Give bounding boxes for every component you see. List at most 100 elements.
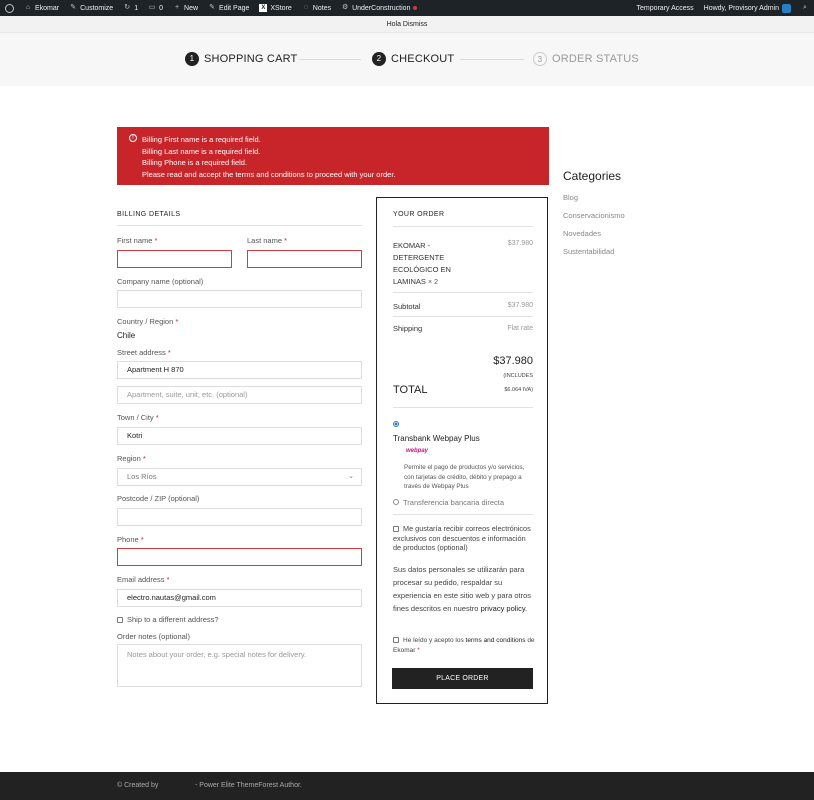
phone-label: Phone * xyxy=(117,535,144,544)
step-checkout[interactable]: 2 CHECKOUT xyxy=(372,52,454,66)
error-notice: ! Billing First name is a required field… xyxy=(117,127,549,185)
payment-radio-transfer[interactable] xyxy=(393,499,399,505)
street-label: Street address * xyxy=(117,348,171,357)
refresh-icon: ↻ xyxy=(124,4,131,11)
payment-label-transfer[interactable]: Transferencia bancaria directa xyxy=(403,498,504,507)
subtotal-value: $37.980 xyxy=(507,302,533,309)
plus-icon: + xyxy=(174,4,180,11)
updates-link[interactable]: ↻ 1 xyxy=(118,0,143,16)
step-label: SHOPPING CART xyxy=(204,53,298,65)
product-price: $37.980 xyxy=(507,240,533,247)
divider xyxy=(393,226,533,227)
city-label: Town / City * xyxy=(117,413,159,422)
email-field[interactable]: electro.nautas@gmail.com xyxy=(117,589,362,607)
city-field[interactable]: Kotri xyxy=(117,427,362,445)
comments-link[interactable]: ▭ 0 xyxy=(143,0,168,16)
postcode-label: Postcode / ZIP (optional) xyxy=(117,494,200,503)
account-menu[interactable]: Howdy, Provisory Admin xyxy=(699,0,796,16)
shipping-value: Flat rate xyxy=(507,325,533,332)
privacy-policy-link[interactable]: privacy policy. xyxy=(481,604,528,613)
place-order-button[interactable]: PLACE ORDER xyxy=(392,668,533,689)
error-message: Please read and accept the terms and con… xyxy=(142,169,396,179)
shipping-label: Shipping xyxy=(393,324,423,333)
wordpress-menu[interactable] xyxy=(0,0,19,16)
tax-amount: $6.064 IVA) xyxy=(504,387,533,393)
pencil-icon: ✎ xyxy=(209,4,215,11)
product-name: EKOMAR - DETERGENTE ECOLÓGICO EN LAMINAS… xyxy=(393,241,451,286)
order-notes-label: Order notes (optional) xyxy=(117,632,190,641)
step-number: 3 xyxy=(533,52,547,66)
order-notes-field[interactable]: Notes about your order, e.g. special not… xyxy=(117,644,362,687)
last-name-label: Last name * xyxy=(247,236,288,245)
category-link-sustentabilidad[interactable]: Sustentabilidad xyxy=(563,247,614,256)
step-divider xyxy=(460,59,524,60)
last-name-field[interactable] xyxy=(247,250,362,268)
status-dot xyxy=(413,6,418,10)
terms-link[interactable]: terms and conditions xyxy=(466,637,526,644)
step-number: 2 xyxy=(372,52,386,66)
divider xyxy=(393,316,533,317)
category-link-blog[interactable]: Blog xyxy=(563,193,578,202)
company-field[interactable] xyxy=(117,290,362,308)
payment-radio-transbank[interactable] xyxy=(393,421,399,427)
region-select-value: Los Ríos xyxy=(127,472,157,481)
admin-bar: ⌂ Ekomar ✎ Customize ↻ 1 ▭ 0 + New ✎ Edit Page… xyxy=(0,0,814,16)
site-name-link[interactable]: ⌂ Ekomar xyxy=(19,0,64,16)
wordpress-logo-icon xyxy=(5,3,14,13)
ship-different-toggle[interactable]: Ship to a different address? xyxy=(117,615,219,624)
avatar xyxy=(782,3,791,13)
step-number: 1 xyxy=(185,52,199,66)
total-value: $37.980 xyxy=(493,355,533,367)
terms-label: He leído y acepto los terms and conditio… xyxy=(393,637,535,654)
ship-different-checkbox[interactable] xyxy=(117,616,123,623)
first-name-field[interactable] xyxy=(117,250,232,268)
search-icon: ⌕ xyxy=(803,4,807,11)
divider xyxy=(117,225,362,226)
divider xyxy=(393,292,533,293)
newsletter-label: Me gustaría recibir correos electrónicos… xyxy=(393,524,531,552)
xstore-logo-icon: X xyxy=(259,4,268,12)
categories-title: Categories xyxy=(563,169,622,183)
notes-link[interactable]: ◌ Notes xyxy=(297,0,336,16)
first-name-label: First name * xyxy=(117,236,158,245)
step-label: CHECKOUT xyxy=(391,53,455,65)
region-select[interactable]: Los Ríos ⌄ xyxy=(117,468,362,486)
company-label: Company name (optional) xyxy=(117,277,204,286)
search-button[interactable]: ⌕ xyxy=(796,0,814,16)
step-order-status: 3 ORDER STATUS xyxy=(533,52,639,66)
edit-page-link[interactable]: ✎ Edit Page xyxy=(203,0,254,16)
includes-tax-label: (INCLUDES xyxy=(503,373,533,379)
comment-icon: ▭ xyxy=(148,4,156,11)
street-address-2-field[interactable]: Apartment, suite, unit, etc. (optional) xyxy=(117,386,362,404)
new-content-link[interactable]: + New xyxy=(168,0,203,16)
footer: © Created by - Power Elite ThemeForest A… xyxy=(0,772,814,800)
step-shopping-cart[interactable]: 1 SHOPPING CART xyxy=(185,52,297,66)
step-label: ORDER STATUS xyxy=(552,53,639,65)
step-divider xyxy=(299,59,361,60)
category-link-conservacionismo[interactable]: Conservacionismo xyxy=(563,211,625,220)
error-message: Billing First name is a required field. xyxy=(142,135,261,144)
divider xyxy=(393,407,533,408)
chat-icon: ◌ xyxy=(303,4,308,11)
region-label: Region * xyxy=(117,454,146,463)
under-construction-link[interactable]: ⚙ UnderConstruction xyxy=(336,0,422,16)
category-link-novedades[interactable]: Novedades xyxy=(563,229,601,238)
total-label: TOTAL xyxy=(393,384,428,396)
store-notice[interactable]: Hola Dismiss xyxy=(0,16,814,33)
brush-icon: ✎ xyxy=(70,4,77,11)
xstore-link[interactable]: X XStore xyxy=(254,0,296,16)
customize-link[interactable]: ✎ Customize xyxy=(64,0,118,16)
webpay-description: Permite el pago de productos y/o servici… xyxy=(404,464,525,490)
payment-label-transbank[interactable]: Transbank Webpay Plus xyxy=(393,434,480,443)
gear-icon: ⚙ xyxy=(341,4,349,11)
order-title: YOUR ORDER xyxy=(393,211,445,218)
error-message: Billing Phone is a required field. xyxy=(142,158,248,167)
privacy-notice: Sus datos personales se utilizarán para … xyxy=(393,565,531,613)
webpay-logo: webpay xyxy=(406,448,429,454)
subtotal-label: Subtotal xyxy=(393,302,421,311)
country-value: Chile xyxy=(117,331,136,340)
temporary-access-link[interactable]: Temporary Access xyxy=(631,0,698,16)
phone-field[interactable] xyxy=(117,548,362,566)
street-address-field[interactable]: Apartment H 870 xyxy=(117,361,362,379)
postcode-field[interactable] xyxy=(117,508,362,526)
